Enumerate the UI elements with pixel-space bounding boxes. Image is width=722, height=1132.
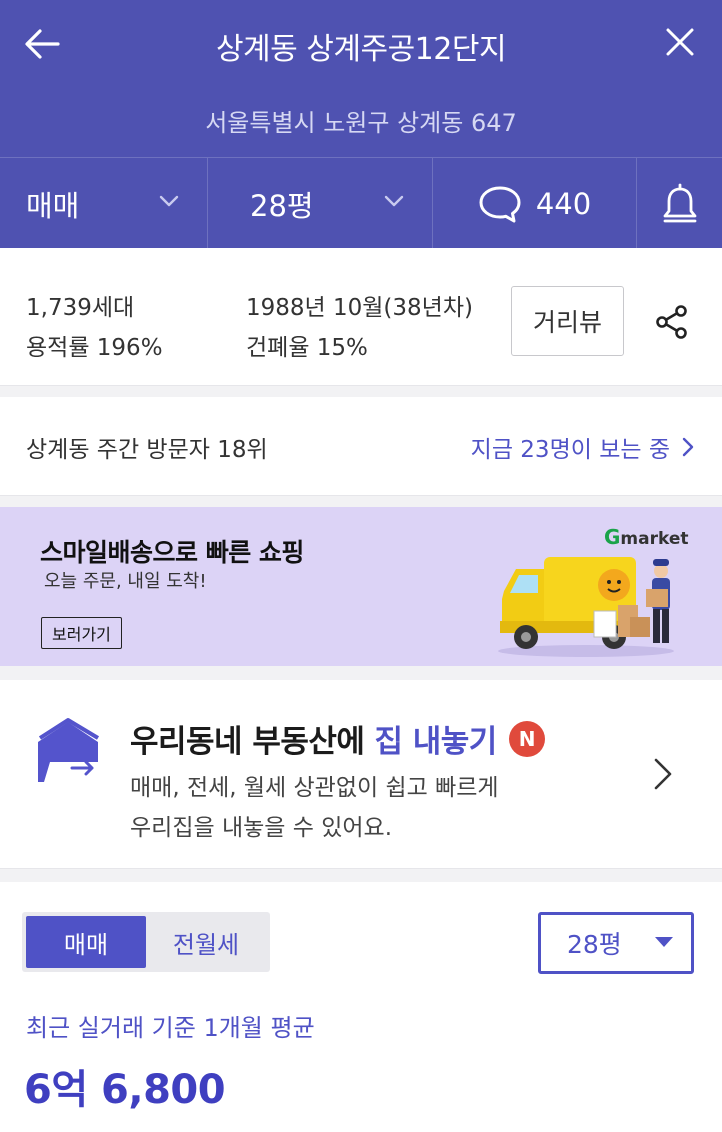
visitor-rank: 상계동 주간 방문자 18위 [26,437,268,463]
deal-type-toggle: 매매 전월세 [22,912,270,972]
price-basis: 최근 실거래 기준 1개월 평균 [26,1014,315,1042]
list-house-description: 매매, 전세, 월세 상관없이 쉽고 빠르게 우리집을 내놓을 수 있어요. [130,775,499,841]
size-label: 28평 [250,188,314,223]
info-column-left: 1,739세대 용적률 196% [26,288,163,368]
deal-type-dropdown[interactable]: 매매 [0,158,208,249]
built-date: 1988년 10월(38년차) [246,295,473,321]
ad-banner[interactable]: 스마일배송으로 빠른 쇼핑 오늘 주문, 내일 도착! 보러가기 Gmarket [0,507,722,666]
ad-headline: 스마일배송으로 빠른 쇼핑 [40,538,304,567]
dropdown-triangle-icon [655,937,673,947]
new-badge: N [508,720,545,757]
chevron-right-icon [654,758,672,790]
address: 서울특별시 노원구 상계동 647 [205,109,517,137]
size-dropdown[interactable]: 28평 [208,158,433,249]
tab-sale[interactable]: 매매 [26,916,146,968]
ad-subtext: 오늘 주문, 내일 도착! [44,571,207,592]
share-icon[interactable] [654,304,690,340]
size-select[interactable]: 28평 [538,912,694,974]
list-house-banner[interactable]: 우리동네 부동산에 집 내놓기 N 매매, 전세, 월세 상관없이 쉽고 빠르게… [0,680,722,869]
notification-button[interactable] [637,158,722,249]
price-section: 매매 전월세 28평 최근 실거래 기준 1개월 평균 6억 6,800 [0,882,722,1132]
visitor-rank-row: 상계동 주간 방문자 18위 지금 23명이 보는 중 [0,397,722,496]
chevron-down-icon [159,195,179,207]
building-coverage: 건폐율 15% [246,335,368,361]
chevron-right-icon [682,437,694,457]
list-house-heading: 우리동네 부동산에 집 내놓기 N [130,716,545,761]
gmarket-logo: Gmarket [604,525,689,549]
average-price: 6억 6,800 [24,1067,226,1113]
bell-icon [663,183,696,222]
street-view-button[interactable]: 거리뷰 [511,286,624,356]
delivery-truck-illustration [498,557,674,657]
size-select-value: 28평 [567,930,622,959]
tab-jeonse-rent[interactable]: 전월세 [146,916,266,968]
filter-bar: 매매 28평 440 [0,157,722,249]
house-upload-icon [38,718,100,782]
comments-button[interactable]: 440 [433,158,637,249]
complex-info: 1,739세대 용적률 196% 1988년 10월(38년차) 건폐율 15%… [0,248,722,386]
info-column-right: 1988년 10월(38년차) 건폐율 15% [246,288,473,368]
comment-count: 440 [535,186,592,221]
header: 상계동 상계주공12단지 서울특별시 노원구 상계동 647 매매 28평 44… [0,0,722,249]
households: 1,739세대 [26,295,135,321]
watching-now-link[interactable]: 지금 23명이 보는 중 [471,430,694,464]
deal-type-label: 매매 [26,188,80,223]
watching-text: 지금 23명이 보는 중 [470,437,670,463]
speech-bubble-icon [479,186,521,222]
chevron-down-icon [384,195,404,207]
ad-view-button[interactable]: 보러가기 [41,617,122,649]
page-title: 상계동 상계주공12단지 [215,32,507,67]
floor-area-ratio: 용적률 196% [26,335,163,361]
close-icon[interactable] [664,26,696,58]
apartment-detail-page: 상계동 상계주공12단지 서울특별시 노원구 상계동 647 매매 28평 44… [0,0,722,1132]
list-house-highlight: 집 내놓기 [374,724,497,760]
